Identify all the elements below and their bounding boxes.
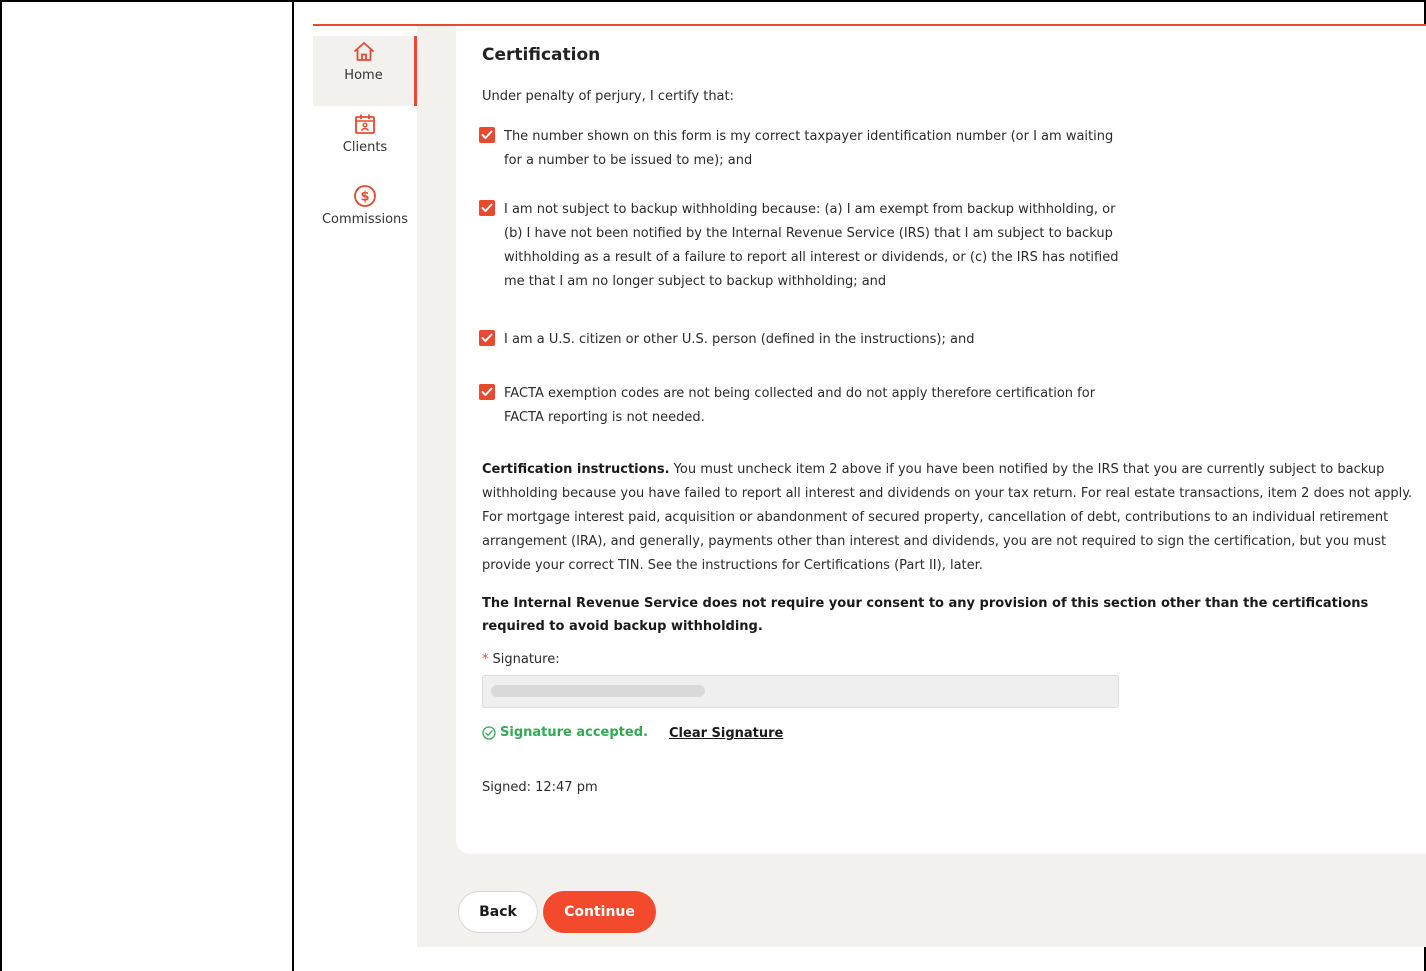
irs-consent-note: The Internal Revenue Service does not re… <box>482 596 1369 634</box>
sidebar-item-label: Clients <box>342 140 388 155</box>
certification-instructions-lead: Certification instructions. <box>482 462 670 477</box>
dollar-circle-icon: $ <box>354 185 376 207</box>
back-button[interactable]: Back <box>458 891 538 933</box>
certification-checkbox-2[interactable] <box>479 200 495 216</box>
checkmark-icon <box>481 130 493 139</box>
clients-calendar-icon <box>355 114 375 134</box>
signature-status: Signature accepted. <box>482 725 648 740</box>
checkmark-icon <box>481 387 493 396</box>
page-title: Certification <box>482 45 601 65</box>
frame-divider <box>292 0 294 971</box>
certification-item-text: FACTA exemption codes are not being coll… <box>504 386 1096 425</box>
signature-field[interactable] <box>482 675 1119 708</box>
certification-item-text: The number shown on this form is my corr… <box>504 129 1114 168</box>
certification-item-text: I am not subject to backup withholding b… <box>504 202 1119 289</box>
continue-button[interactable]: Continue <box>543 891 656 933</box>
certification-item-3: I am a U.S. citizen or other U.S. person… <box>479 328 1124 352</box>
signature-label-text: Signature: <box>492 652 560 667</box>
sidebar: Home Clients $ Commissions <box>313 26 417 971</box>
certification-item-text: I am a U.S. citizen or other U.S. person… <box>504 332 975 347</box>
sidebar-item-home[interactable]: Home <box>313 36 417 106</box>
sidebar-item-label: Commissions <box>321 212 409 227</box>
certification-intro: Under penalty of perjury, I certify that… <box>482 89 735 104</box>
sidebar-item-commissions[interactable]: $ Commissions <box>313 184 417 250</box>
clear-signature-link[interactable]: Clear Signature <box>669 726 783 741</box>
certification-instructions: Certification instructions. You must unc… <box>482 458 1424 578</box>
signed-timestamp: Signed: 12:47 pm <box>482 780 598 795</box>
svg-text:$: $ <box>360 190 369 205</box>
certification-item-4: FACTA exemption codes are not being coll… <box>479 382 1124 430</box>
home-icon <box>353 42 374 61</box>
certification-instructions-body: You must uncheck item 2 above if you hav… <box>482 462 1413 573</box>
checkmark-icon <box>481 333 493 342</box>
certification-item-1: The number shown on this form is my corr… <box>479 125 1124 173</box>
signature-accepted-text: Signature accepted. <box>500 725 648 740</box>
signature-label: * Signature: <box>482 652 560 667</box>
certification-item-2: I am not subject to backup withholding b… <box>479 198 1124 294</box>
certification-checkbox-1[interactable] <box>479 127 495 143</box>
checkmark-icon <box>481 203 493 212</box>
certification-checkbox-4[interactable] <box>479 384 495 400</box>
required-mark: * <box>482 652 489 667</box>
certification-checkbox-3[interactable] <box>479 330 495 346</box>
sidebar-item-clients[interactable]: Clients <box>313 112 417 178</box>
sidebar-item-label: Home <box>344 68 383 83</box>
signature-redacted <box>491 685 705 697</box>
check-circle-icon <box>482 725 496 740</box>
